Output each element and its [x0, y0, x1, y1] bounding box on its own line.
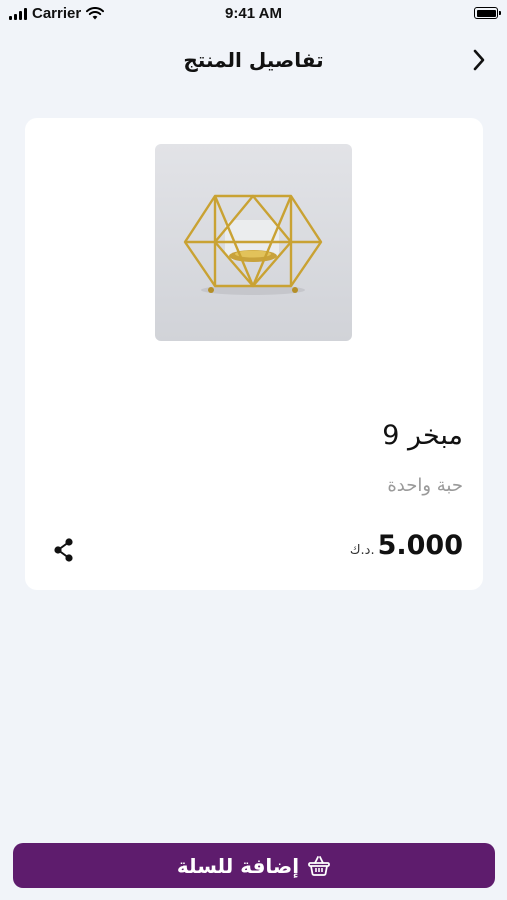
incense-burner-image — [183, 194, 323, 295]
currency-label: د.ك. — [349, 543, 375, 558]
add-to-cart-label: إضافة للسلة — [176, 853, 300, 878]
price-row: د.ك. 5.000 — [350, 530, 463, 561]
status-bar: Carrier 9:41 AM — [0, 0, 507, 28]
price-value: 5.000 — [377, 530, 463, 561]
battery-icon — [474, 7, 501, 19]
product-unit: حبة واحدة — [387, 475, 463, 496]
share-icon — [54, 538, 73, 562]
product-image — [155, 144, 352, 341]
product-name: مبخر 9 — [382, 420, 463, 451]
page-title: تفاصيل المنتج — [183, 48, 324, 72]
add-to-cart-button[interactable]: إضافة للسلة — [13, 843, 495, 888]
back-button[interactable] — [465, 46, 493, 74]
product-card: مبخر 9 حبة واحدة د.ك. 5.000 — [25, 118, 483, 590]
nav-bar: تفاصيل المنتج — [0, 40, 507, 80]
status-time: 9:41 AM — [225, 5, 282, 22]
basket-icon — [308, 855, 331, 876]
share-button[interactable] — [51, 536, 77, 564]
chevron-right-icon — [473, 49, 485, 71]
